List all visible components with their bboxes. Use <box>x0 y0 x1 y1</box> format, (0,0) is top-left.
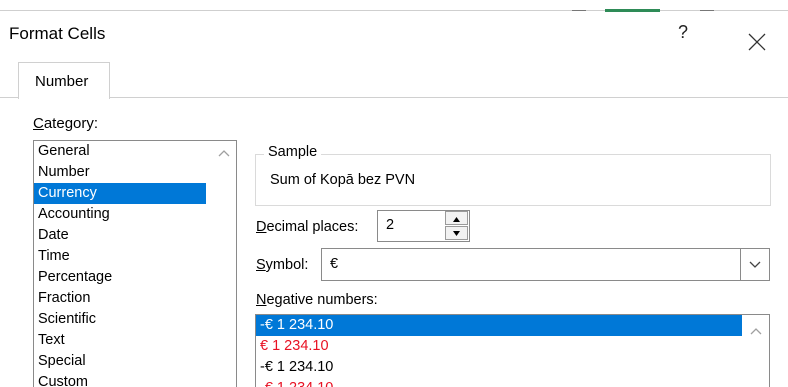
symbol-label: Symbol: <box>256 257 309 273</box>
category-label: Category: <box>33 115 99 132</box>
help-button[interactable]: ? <box>678 22 688 43</box>
dialog-titlebar: Format Cells ? <box>0 14 788 52</box>
tab-label: Number <box>35 73 89 90</box>
category-item[interactable]: Currency <box>34 183 206 204</box>
category-item[interactable]: Custom <box>34 372 206 387</box>
negative-numbers-list[interactable]: -€ 1 234.10€ 1 234.10-€ 1 234.10-€ 1 234… <box>255 314 770 387</box>
symbol-dropdown[interactable]: € <box>321 248 770 281</box>
symbol-value: € <box>330 256 339 272</box>
negative-format-item[interactable]: -€ 1 234.10 <box>256 357 742 378</box>
category-item[interactable]: Date <box>34 225 206 246</box>
chevron-down-icon <box>749 261 761 268</box>
sample-value: Sum of Kopā bez PVN <box>270 172 416 188</box>
triangle-up-icon <box>453 217 460 222</box>
symbol-dropdown-button[interactable] <box>740 249 769 280</box>
triangle-down-icon <box>453 231 460 236</box>
sample-legend: Sample <box>264 144 322 160</box>
negative-format-item[interactable]: -€ 1 234.10 <box>256 378 742 387</box>
negative-format-item[interactable]: € 1 234.10 <box>256 336 742 357</box>
category-item[interactable]: Scientific <box>34 309 206 330</box>
dialog-title: Format Cells <box>9 24 106 43</box>
decimal-places-spinner[interactable] <box>445 211 468 241</box>
category-item[interactable]: Fraction <box>34 288 206 309</box>
category-item[interactable]: Percentage <box>34 267 206 288</box>
tab-number[interactable]: Number <box>18 62 110 99</box>
decimal-places-label: Decimal places: <box>256 219 359 235</box>
category-item[interactable]: Time <box>34 246 206 267</box>
negative-numbers-label: Negative numbers: <box>256 292 378 308</box>
tab-divider <box>0 97 788 98</box>
decimal-places-value: 2 <box>386 217 395 233</box>
scroll-up-icon[interactable] <box>749 325 763 337</box>
category-item[interactable]: General <box>34 141 206 162</box>
background-mark <box>700 4 714 11</box>
spin-up-button[interactable] <box>445 211 468 225</box>
scroll-up-icon[interactable] <box>217 147 231 159</box>
category-item[interactable]: Special <box>34 351 206 372</box>
background-accent-bar <box>605 9 660 12</box>
negative-format-item[interactable]: -€ 1 234.10 <box>256 315 742 336</box>
background-divider <box>0 10 788 11</box>
category-list[interactable]: General Number Currency Accounting Date Time P… <box>33 140 237 387</box>
category-item[interactable]: Accounting <box>34 204 206 225</box>
category-item[interactable]: Text <box>34 330 206 351</box>
category-item[interactable]: Number <box>34 162 206 183</box>
background-window-strip <box>0 0 788 14</box>
spin-down-button[interactable] <box>445 226 468 240</box>
background-mark <box>572 4 586 11</box>
close-icon[interactable] <box>747 32 767 52</box>
